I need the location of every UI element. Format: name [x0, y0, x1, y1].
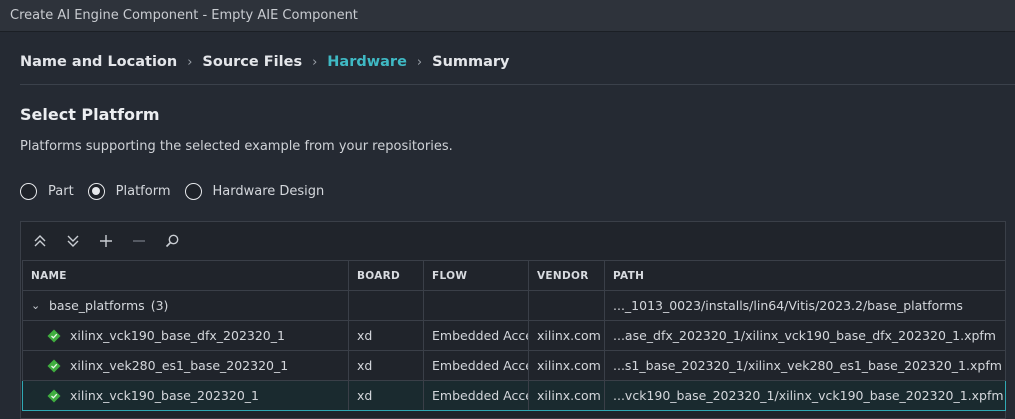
group-count: (3) [150, 298, 169, 313]
column-header-name[interactable]: NAME [22, 260, 349, 291]
table-row[interactable]: xilinx_vck190_base_dfx_202320_1 xd Embed… [22, 320, 1006, 351]
row-path-cell: ...s1_base_202320_1/xilinx_vek280_es1_ba… [604, 350, 1006, 381]
row-path-cell: ...ase_dfx_202320_1/xilinx_vck190_base_d… [604, 320, 1006, 351]
platform-icon [47, 329, 61, 342]
radio-part-label: Part [48, 183, 74, 199]
breadcrumb: Name and Location › Source Files › Hardw… [20, 52, 510, 72]
table-header-row: NAME BOARD FLOW VENDOR PATH [22, 260, 1006, 291]
column-header-board[interactable]: BOARD [348, 260, 424, 291]
platform-toolbar [29, 230, 194, 252]
row-path-cell: ...vck190_base_202320_1/xilinx_vck190_ba… [604, 380, 1006, 411]
chevron-right-icon: › [187, 54, 193, 70]
platform-panel: NAME BOARD FLOW VENDOR PATH ⌄ base_platf… [20, 221, 1006, 419]
row-name-cell: xilinx_vek280_es1_base_202320_1 [22, 350, 349, 381]
radio-platform-circle[interactable] [87, 182, 105, 200]
row-vendor-cell: xilinx.com [528, 380, 605, 411]
column-header-vendor[interactable]: VENDOR [528, 260, 605, 291]
group-vendor-cell [528, 290, 605, 321]
expand-all-icon[interactable] [62, 230, 84, 252]
row-board-cell: xd [348, 350, 424, 381]
breadcrumb-step-name-and-location[interactable]: Name and Location [20, 54, 177, 70]
radio-platform[interactable]: Platform [87, 182, 171, 200]
add-icon[interactable] [95, 230, 117, 252]
breadcrumb-divider [20, 84, 1015, 85]
row-board-cell: xd [348, 320, 424, 351]
row-flow-cell: Embedded Accel [423, 320, 529, 351]
row-name: xilinx_vck190_base_202320_1 [70, 388, 259, 403]
platform-table: NAME BOARD FLOW VENDOR PATH ⌄ base_platf… [22, 260, 1006, 411]
breadcrumb-step-source-files[interactable]: Source Files [202, 54, 302, 70]
breadcrumb-step-hardware[interactable]: Hardware [327, 54, 407, 70]
chevron-right-icon: › [416, 54, 423, 70]
remove-icon[interactable] [128, 230, 150, 252]
group-path-cell: ..._1013_0023/installs/lin64/Vitis/2023.… [604, 290, 1006, 321]
radio-hardware-design[interactable]: Hardware Design [184, 182, 325, 200]
platform-icon [47, 389, 61, 402]
group-name: base_platforms [49, 298, 145, 313]
group-flow-cell [423, 290, 529, 321]
collapse-all-icon[interactable] [29, 230, 51, 252]
table-row-selected[interactable]: xilinx_vck190_base_202320_1 xd Embedded … [22, 380, 1006, 411]
breadcrumb-step-summary[interactable]: Summary [432, 54, 509, 70]
window-title: Create AI Engine Component - Empty AIE C… [10, 8, 358, 23]
table-row[interactable]: xilinx_vek280_es1_base_202320_1 xd Embed… [22, 350, 1006, 381]
radio-part-circle[interactable] [20, 182, 37, 200]
column-header-flow[interactable]: FLOW [423, 260, 529, 291]
chevron-down-icon[interactable]: ⌄ [31, 299, 45, 312]
radio-platform-label: Platform [115, 183, 171, 199]
chevron-right-icon: › [312, 54, 318, 70]
row-vendor-cell: xilinx.com [528, 350, 605, 381]
row-board-cell: xd [348, 380, 424, 411]
radio-hardware-design-circle[interactable] [184, 182, 202, 200]
column-header-path[interactable]: PATH [604, 260, 1006, 291]
section-title: Select Platform [20, 105, 160, 124]
row-name-cell: xilinx_vck190_base_dfx_202320_1 [22, 320, 349, 351]
search-icon[interactable] [161, 230, 183, 252]
row-name-cell: xilinx_vck190_base_202320_1 [22, 380, 349, 411]
row-vendor-cell: xilinx.com [528, 320, 605, 351]
row-name: xilinx_vek280_es1_base_202320_1 [70, 358, 289, 373]
row-flow-cell: Embedded Accel [423, 350, 529, 381]
section-description: Platforms supporting the selected exampl… [20, 139, 453, 154]
radio-hardware-design-label: Hardware Design [212, 183, 325, 199]
row-flow-cell: Embedded Accel [423, 380, 529, 411]
radio-part[interactable]: Part [20, 182, 74, 200]
source-radio-group: Part Platform Hardware Design [20, 180, 338, 202]
row-name: xilinx_vck190_base_dfx_202320_1 [70, 328, 285, 343]
platform-icon [47, 359, 61, 372]
window-titlebar: Create AI Engine Component - Empty AIE C… [0, 0, 1015, 32]
group-board-cell [348, 290, 424, 321]
table-group-row[interactable]: ⌄ base_platforms (3) ..._1013_0023/insta… [22, 290, 1006, 321]
group-name-cell: ⌄ base_platforms (3) [22, 290, 349, 321]
